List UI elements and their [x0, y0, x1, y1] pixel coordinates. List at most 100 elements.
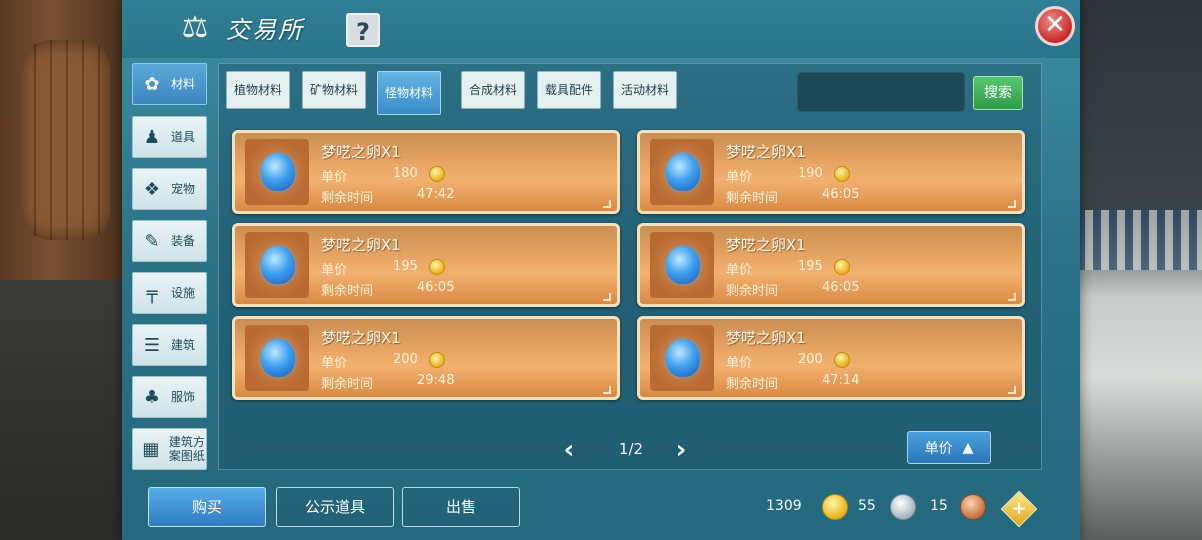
category-clothing[interactable]: ♣ 服饰 — [132, 376, 207, 418]
public-items-button[interactable]: 公示道具 — [276, 487, 394, 527]
chevron-left-icon[interactable]: ‹ — [558, 437, 580, 463]
dream-egg-icon — [666, 339, 700, 377]
facility-icon: ╤ — [146, 282, 158, 304]
title-bar: ⚖ 交易所 ? ✕ — [122, 0, 1080, 58]
background-fence — [1077, 210, 1202, 270]
corner-marker — [1008, 200, 1016, 208]
equipment-icon: ✎ — [144, 230, 160, 252]
price-label: 单价 — [321, 263, 348, 278]
price-value: 180 — [393, 166, 418, 181]
exchange-panel: ⚖ 交易所 ? ✕ ✿ 材料 ♟ 道具 ❖ 宠物 ✎ 装备 ╤ 设施 ☰ 建筑 … — [122, 0, 1080, 540]
item-name: 梦呓之卵X1 — [321, 143, 401, 161]
plus-icon: + — [1011, 498, 1027, 519]
time-remaining: 46:05 — [417, 280, 455, 295]
gold-coin-icon — [834, 352, 850, 368]
category-label: 道具 — [171, 130, 196, 144]
tab-vehicle-parts[interactable]: 载具配件 — [537, 71, 601, 109]
tab-mineral-materials[interactable]: 矿物材料 — [302, 71, 366, 109]
item-name: 梦呓之卵X1 — [321, 329, 401, 347]
gold-coin-icon — [429, 166, 445, 182]
gold-amount: 1309 — [766, 498, 802, 514]
category-label: 宠物 — [171, 182, 196, 196]
page-indicator: 1/2 — [618, 440, 644, 458]
category-materials[interactable]: ✿ 材料 — [132, 63, 207, 105]
item-thumbnail — [245, 139, 309, 205]
sort-by-price-button[interactable]: 单价 ▲ — [907, 431, 991, 464]
price-value: 200 — [798, 352, 823, 367]
category-label: 建筑 — [171, 338, 196, 352]
time-remaining: 47:14 — [822, 373, 860, 388]
listing-card[interactable]: 梦呓之卵X1 单价 180 剩余时间 47:42 — [232, 130, 620, 214]
item-thumbnail — [650, 232, 714, 298]
listing-card[interactable]: 梦呓之卵X1 单价 190 剩余时间 46:05 — [637, 130, 1025, 214]
dream-egg-icon — [666, 153, 700, 191]
scales-icon: ⚖ — [181, 10, 209, 45]
tab-plant-materials[interactable]: 植物材料 — [226, 71, 290, 109]
listing-card[interactable]: 梦呓之卵X1 单价 200 剩余时间 29:48 — [232, 316, 620, 400]
time-label: 剩余时间 — [321, 284, 374, 299]
listing-card[interactable]: 梦呓之卵X1 单价 195 剩余时间 46:05 — [637, 223, 1025, 307]
item-icon: ♟ — [143, 126, 161, 148]
paw-icon: ❖ — [143, 178, 161, 200]
close-button[interactable]: ✕ — [1035, 6, 1075, 46]
copper-coin-icon — [960, 494, 986, 520]
corner-marker — [1008, 386, 1016, 394]
time-label: 剩余时间 — [321, 377, 374, 392]
price-label: 单价 — [726, 263, 753, 278]
gold-coin-icon — [429, 352, 445, 368]
listing-card[interactable]: 梦呓之卵X1 单价 200 剩余时间 47:14 — [637, 316, 1025, 400]
search-button[interactable]: 搜索 — [973, 76, 1023, 110]
page-title: 交易所 — [226, 16, 304, 44]
price-label: 单价 — [321, 356, 348, 371]
category-buildings[interactable]: ☰ 建筑 — [132, 324, 207, 366]
silver-coin-icon — [890, 494, 916, 520]
sort-arrow-icon: ▲ — [962, 439, 974, 456]
tab-event-materials[interactable]: 活动材料 — [613, 71, 677, 109]
chevron-right-icon[interactable]: › — [670, 437, 692, 463]
category-equipment[interactable]: ✎ 装备 — [132, 220, 207, 262]
listing-card[interactable]: 梦呓之卵X1 单价 195 剩余时间 46:05 — [232, 223, 620, 307]
category-items[interactable]: ♟ 道具 — [132, 116, 207, 158]
price-value: 195 — [393, 259, 418, 274]
category-label: 材料 — [171, 77, 196, 91]
materials-icon: ✿ — [144, 73, 160, 95]
time-remaining: 46:05 — [822, 187, 860, 202]
category-blueprints[interactable]: ▦ 建筑方案图纸 — [132, 428, 207, 470]
item-name: 梦呓之卵X1 — [726, 143, 806, 161]
background-ground — [0, 280, 125, 540]
sort-label: 单价 — [924, 440, 953, 457]
item-thumbnail — [650, 325, 714, 391]
corner-marker — [603, 200, 611, 208]
category-facilities[interactable]: ╤ 设施 — [132, 272, 207, 314]
price-value: 190 — [798, 166, 823, 181]
tab-crafted-materials[interactable]: 合成材料 — [461, 71, 525, 109]
gold-coin-icon — [429, 259, 445, 275]
time-label: 剩余时间 — [726, 191, 779, 206]
gold-coin-icon — [834, 259, 850, 275]
dream-egg-icon — [261, 246, 295, 284]
category-label: 装备 — [171, 234, 196, 248]
time-label: 剩余时间 — [321, 191, 374, 206]
blueprint-icon: ▦ — [142, 438, 160, 460]
tab-monster-materials[interactable]: 怪物材料 — [377, 71, 441, 115]
help-button[interactable]: ? — [346, 13, 380, 47]
gold-coin-icon — [822, 494, 848, 520]
item-thumbnail — [650, 139, 714, 205]
item-name: 梦呓之卵X1 — [726, 329, 806, 347]
item-thumbnail — [245, 232, 309, 298]
sell-button[interactable]: 出售 — [402, 487, 520, 527]
price-label: 单价 — [321, 170, 348, 185]
category-pets[interactable]: ❖ 宠物 — [132, 168, 207, 210]
time-remaining: 46:05 — [822, 280, 860, 295]
search-input[interactable] — [797, 72, 965, 112]
time-remaining: 29:48 — [417, 373, 455, 388]
corner-marker — [603, 293, 611, 301]
price-value: 200 — [393, 352, 418, 367]
building-icon: ☰ — [143, 334, 161, 356]
buy-button[interactable]: 购买 — [148, 487, 266, 527]
listing-area: 植物材料 矿物材料 怪物材料 合成材料 载具配件 活动材料 搜索 梦呓之卵X1 … — [218, 63, 1042, 470]
time-label: 剩余时间 — [726, 284, 779, 299]
category-label: 设施 — [171, 286, 196, 300]
add-currency-button[interactable]: + — [1000, 490, 1038, 528]
copper-amount: 15 — [930, 498, 948, 514]
